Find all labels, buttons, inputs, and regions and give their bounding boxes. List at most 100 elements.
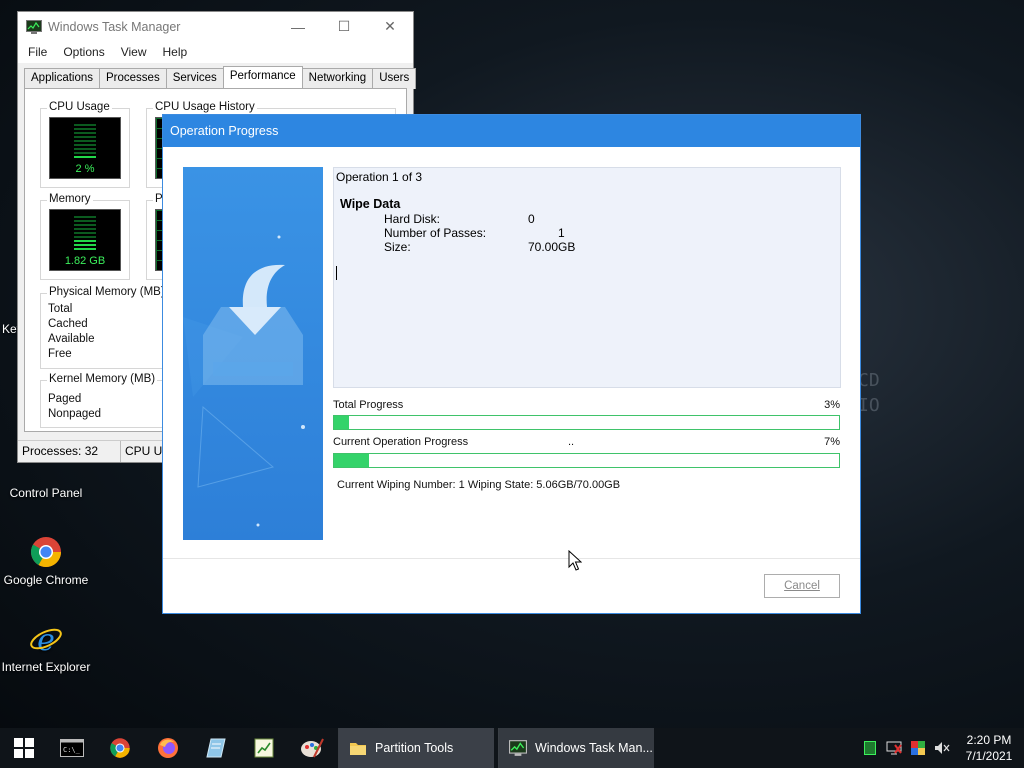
tab-performance[interactable]: Performance (222, 66, 303, 89)
detail-hard-disk: Hard Disk: 0 (384, 212, 535, 226)
tray-network[interactable] (882, 728, 906, 768)
network-icon (886, 741, 902, 755)
tab-services[interactable]: Services (165, 68, 224, 89)
taskbar-button-partition-tools[interactable]: Partition Tools (338, 728, 494, 768)
clock-date: 7/1/2021 (965, 749, 1013, 763)
taskbar-button-label: Windows Task Man... (535, 741, 653, 755)
physical-memory-total: Total (48, 303, 73, 315)
memory-value: 1.82 GB (64, 255, 106, 267)
tab-users[interactable]: Users (372, 68, 417, 89)
menu-options[interactable]: Options (55, 45, 112, 59)
text-caret (336, 266, 337, 280)
mouse-pointer-icon (568, 550, 582, 571)
total-progress-label: Total Progress (333, 399, 404, 411)
tray-app-icon[interactable] (858, 728, 882, 768)
spreadsheet-icon (254, 738, 274, 758)
green-square-icon (864, 741, 876, 755)
tab-processes[interactable]: Processes (99, 68, 167, 89)
menu-file[interactable]: File (20, 45, 55, 59)
wipe-illustration (183, 167, 323, 540)
detail-value: 0 (528, 212, 535, 226)
current-progress-percent: 7% (824, 436, 840, 448)
detail-passes: Number of Passes: 1 (384, 226, 565, 240)
svg-text:e: e (37, 623, 55, 656)
detail-value: 1 (528, 226, 565, 240)
taskbar-paint[interactable] (288, 728, 336, 768)
folder-icon (350, 743, 366, 755)
total-progress-fill (334, 416, 350, 429)
menu-help[interactable]: Help (155, 45, 196, 59)
desktop-icon-chrome[interactable]: Google Chrome (0, 535, 92, 587)
task-manager-icon (26, 19, 42, 34)
taskbar-button-task-manager[interactable]: Windows Task Man... (498, 728, 654, 768)
system-tray: 2:20 PM 7/1/2021 (858, 728, 1024, 768)
menu-view[interactable]: View (113, 45, 155, 59)
operation-name: Wipe Data (340, 197, 401, 211)
download-tray-icon (183, 235, 305, 527)
detail-key: Number of Passes: (384, 226, 487, 240)
cancel-button[interactable]: Cancel (764, 574, 840, 598)
tray-color[interactable] (906, 728, 930, 768)
memory-group: Memory 1.82 GB (40, 193, 130, 280)
taskbar-clock[interactable]: 2:20 PM 7/1/2021 (954, 732, 1024, 764)
maximize-button[interactable]: ☐ (321, 12, 367, 41)
taskbar-firefox[interactable] (144, 728, 192, 768)
physical-memory-free: Free (48, 348, 72, 360)
cpu-usage-meter: 2 % (49, 117, 121, 179)
desktop-icon-internet-explorer[interactable]: e Internet Explorer (0, 622, 92, 674)
status-processes: Processes: 32 (18, 441, 121, 462)
wallpaper-text-io: IO (858, 395, 880, 416)
taskbar: C:\_ Partition Tools Windows Task Man...… (0, 728, 1024, 768)
detail-key: Hard Disk: (384, 212, 441, 226)
wiping-status-text: Current Wiping Number: 1 Wiping State: 5… (337, 479, 621, 491)
start-icon (14, 738, 34, 758)
total-progress-bar (333, 415, 840, 430)
tab-applications[interactable]: Applications (24, 68, 101, 89)
kernel-memory-paged: Paged (48, 393, 82, 405)
detail-value: 70.00GB (528, 240, 576, 254)
taskbar-cmd[interactable]: C:\_ (48, 728, 96, 768)
volume-muted-icon (935, 742, 950, 754)
taskbar-chrome[interactable] (96, 728, 144, 768)
current-progress-indicator: .. (568, 436, 575, 448)
operation-count: Operation 1 of 3 (336, 170, 423, 184)
cpu-usage-value: 2 % (75, 163, 95, 175)
taskbar-button-label: Partition Tools (375, 741, 454, 755)
detail-key: Size: (384, 240, 411, 254)
task-manager-menubar: File Options View Help (18, 41, 413, 63)
kernel-memory-nonpaged: Nonpaged (48, 408, 102, 420)
total-progress-percent: 3% (824, 399, 840, 411)
cmd-icon: C:\_ (60, 739, 84, 757)
minimize-button[interactable]: — (275, 12, 321, 41)
current-progress-bar (333, 453, 840, 468)
task-manager-tabs: Applications Processes Services Performa… (24, 66, 417, 89)
svg-text:C:\_: C:\_ (63, 746, 81, 754)
memory-meter: 1.82 GB (49, 209, 121, 271)
physical-memory-cached: Cached (48, 318, 88, 330)
task-manager-titlebar[interactable]: Windows Task Manager — ☐ ✕ (18, 12, 413, 41)
chrome-icon (110, 738, 130, 758)
dialog-titlebar[interactable]: Operation Progress (163, 115, 860, 147)
physical-memory-available: Available (48, 333, 95, 345)
operation-progress-dialog[interactable]: Operation Progress Operation 1 of 3 Wipe… (162, 114, 861, 614)
detail-size: Size: 70.00GB (384, 240, 575, 254)
dialog-title: Operation Progress (170, 124, 279, 138)
tray-volume[interactable] (930, 728, 954, 768)
taskbar-notepad[interactable] (192, 728, 240, 768)
color-palette-icon (911, 741, 925, 755)
status-cpu: CPU U (121, 441, 168, 462)
cpu-history-label: CPU Usage History (153, 101, 257, 113)
dialog-separator (163, 558, 860, 559)
physical-memory-title: Physical Memory (MB) (47, 286, 167, 298)
tab-networking[interactable]: Networking (301, 68, 374, 89)
internet-explorer-icon: e (30, 623, 62, 656)
start-button[interactable] (0, 728, 48, 768)
memory-label: Memory (47, 193, 93, 205)
desktop-icon-label: Control Panel (9, 486, 83, 500)
task-manager-title: Windows Task Manager (48, 19, 181, 34)
close-button[interactable]: ✕ (367, 12, 413, 41)
current-progress-label: Current Operation Progress (333, 436, 469, 448)
taskbar-spreadsheet[interactable] (240, 728, 288, 768)
cpu-usage-label: CPU Usage (47, 101, 112, 113)
cpu-usage-group: CPU Usage 2 % (40, 101, 130, 188)
